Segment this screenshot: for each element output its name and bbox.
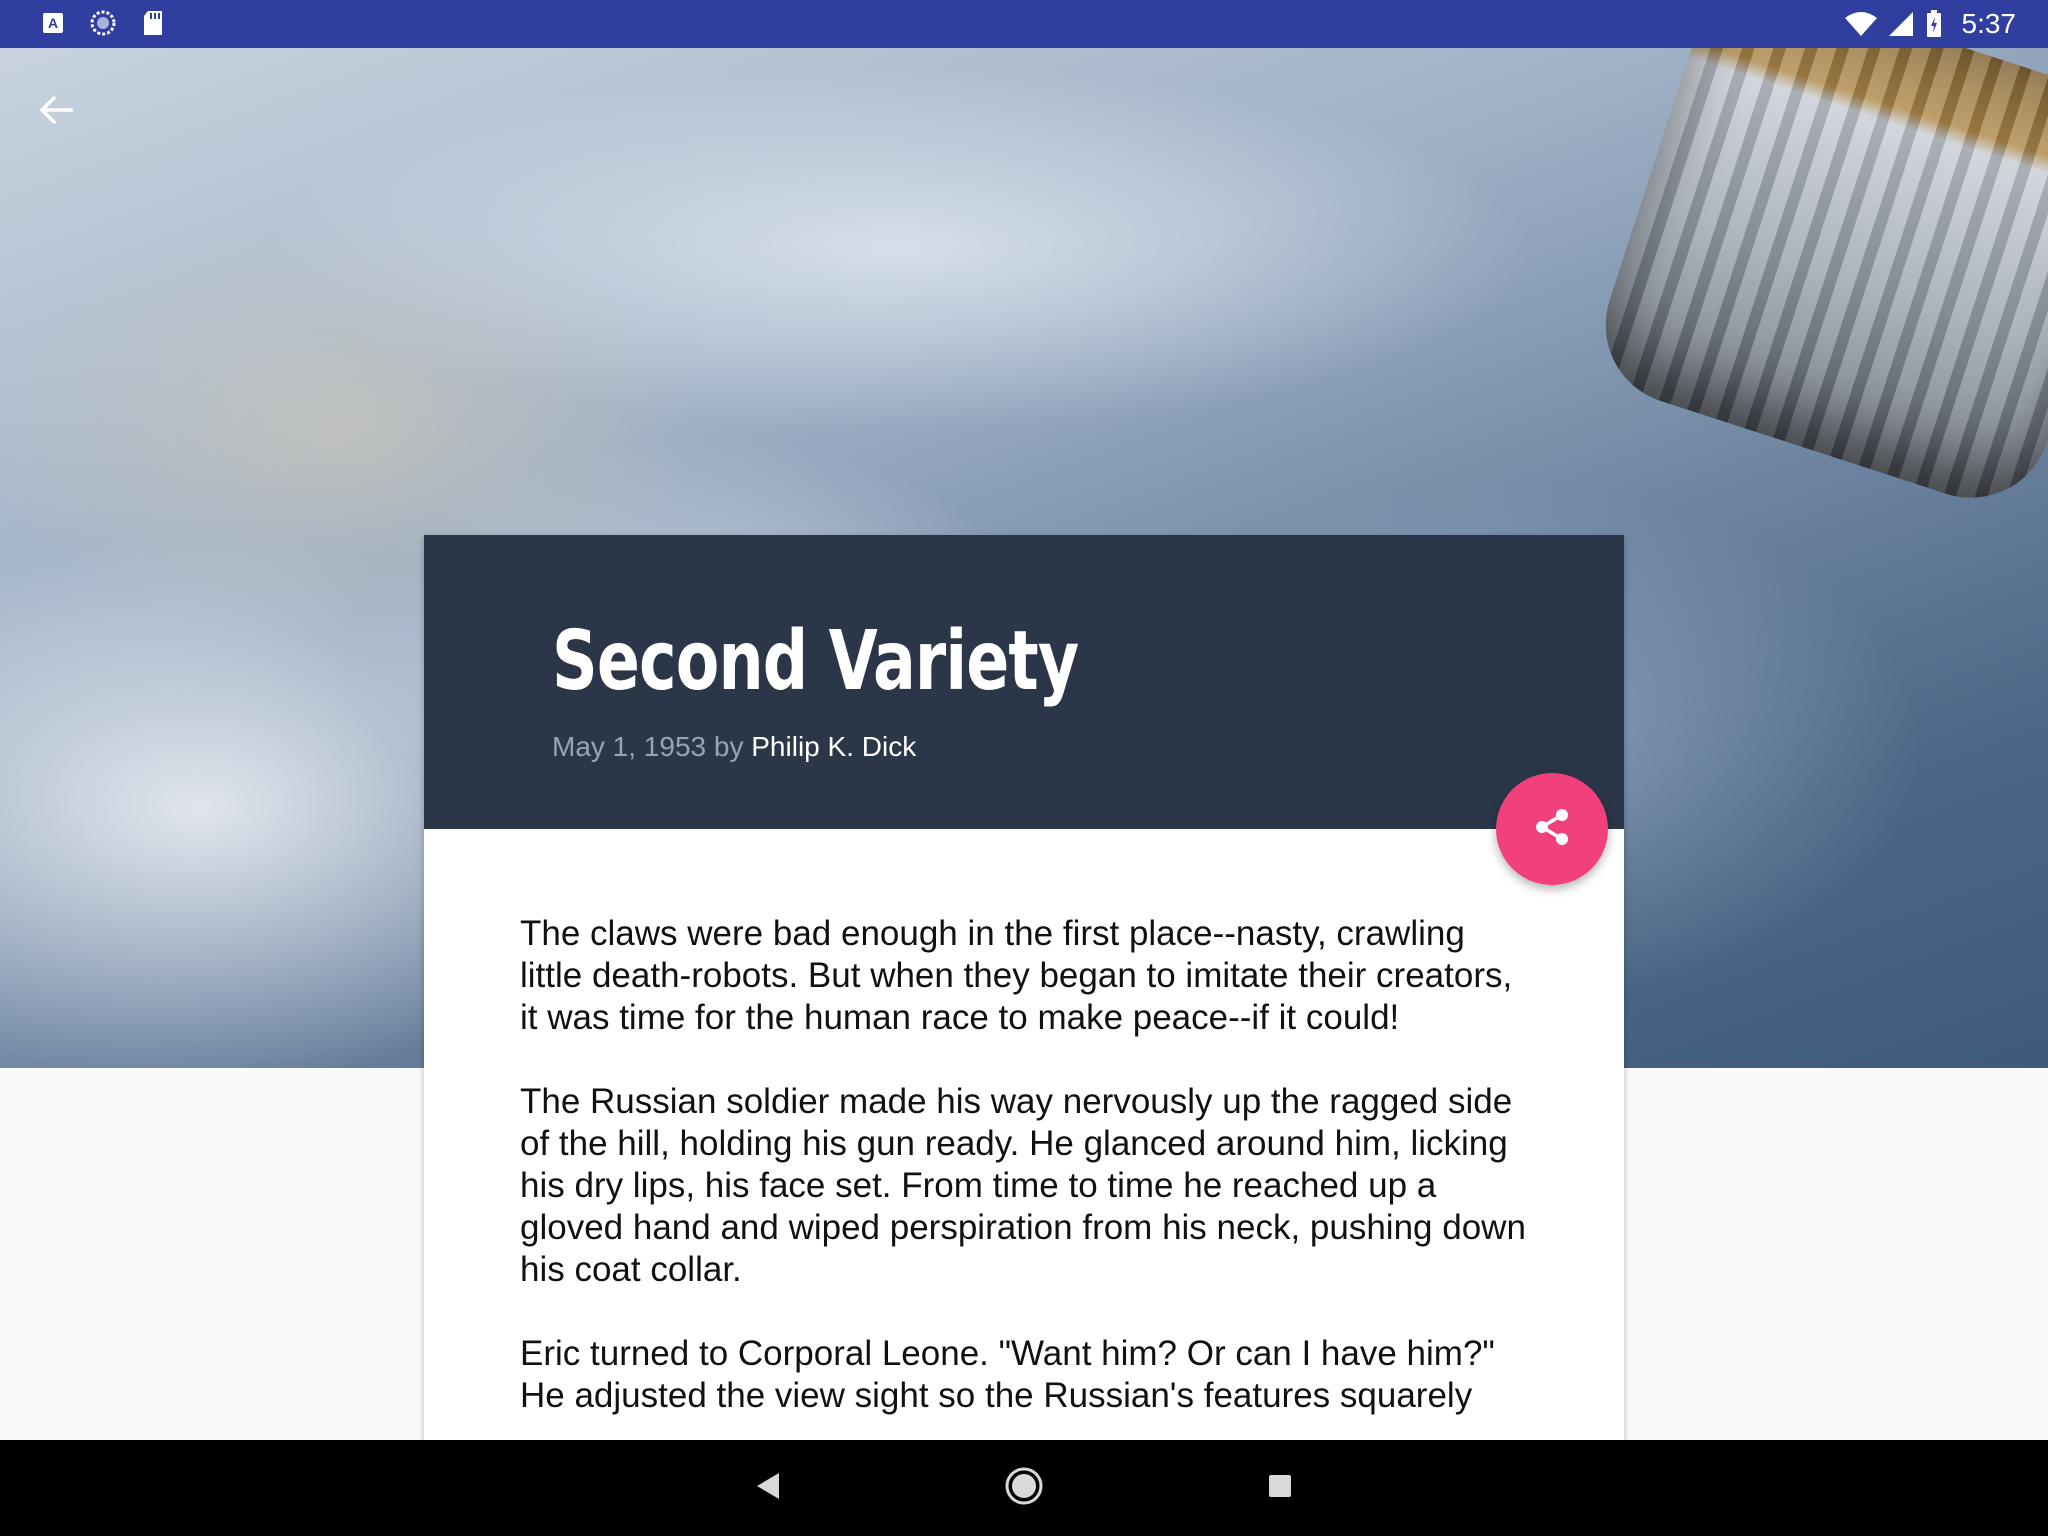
article-body: The claws were bad enough in the first p…	[520, 913, 1530, 1459]
home-circle-icon	[1004, 1466, 1044, 1511]
share-icon	[1530, 805, 1574, 854]
wifi-icon	[1844, 11, 1878, 37]
status-bar: A 5:37	[0, 0, 2048, 48]
nav-home-button[interactable]	[1004, 1466, 1044, 1511]
navigation-bar	[0, 1440, 2048, 1536]
status-bar-left: A	[40, 10, 166, 36]
article-paragraph: Eric turned to Corporal Leone. "Want him…	[520, 1334, 1495, 1415]
sd-card-icon	[140, 10, 166, 36]
sync-icon	[90, 10, 116, 36]
battery-icon	[1924, 10, 1944, 37]
article-title: Second Variety	[552, 614, 1079, 709]
article-paragraph: The claws were bad enough in the first p…	[520, 914, 1513, 1037]
arrow-left-icon	[39, 95, 73, 130]
recents-square-icon	[1266, 1472, 1294, 1505]
article-date: May 1, 1953	[552, 731, 707, 762]
article-meta: May 1, 1953 by Philip K. Dick	[552, 729, 916, 765]
status-bar-right: 5:37	[1844, 8, 2017, 40]
svg-text:A: A	[48, 15, 58, 31]
app-icon: A	[40, 10, 66, 36]
back-triangle-icon	[754, 1471, 782, 1506]
signal-icon	[1888, 11, 1914, 37]
article-paragraph: The Russian soldier made his way nervous…	[520, 1082, 1526, 1289]
nav-recents-button[interactable]	[1260, 1468, 1300, 1508]
article-header: Second Variety May 1, 1953 by Philip K. …	[424, 535, 1624, 885]
back-button[interactable]	[32, 88, 80, 136]
space-station-image	[1584, 48, 2048, 519]
status-time: 5:37	[1961, 8, 2017, 39]
article-by: by	[713, 731, 744, 762]
article-card: Second Variety May 1, 1953 by Philip K. …	[424, 535, 1624, 1535]
nav-back-button[interactable]	[748, 1468, 788, 1508]
article-author[interactable]: Philip K. Dick	[751, 731, 916, 762]
share-button[interactable]	[1496, 773, 1608, 885]
